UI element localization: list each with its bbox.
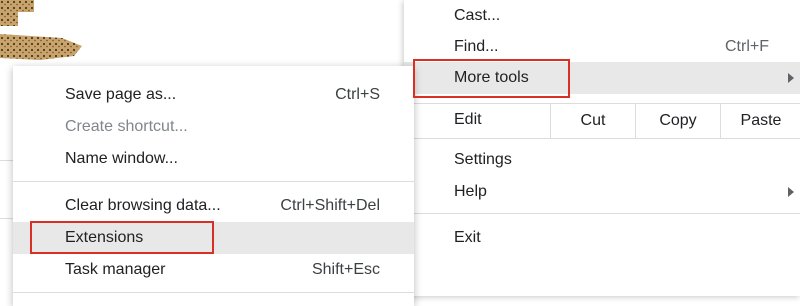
edit-row: Edit Cut Copy Paste: [404, 104, 800, 138]
menu-item-task-manager[interactable]: Task manager Shift+Esc: [13, 254, 414, 286]
menu-item-label: Extensions: [65, 229, 144, 246]
menu-item-name-window[interactable]: Name window...: [13, 143, 414, 175]
submenu-arrow-icon: [788, 73, 794, 83]
menu-item-label: Task manager: [65, 261, 166, 278]
menu-separator: [404, 213, 800, 214]
menu-item-clear-browsing-data[interactable]: Clear browsing data... Ctrl+Shift+Del: [13, 190, 414, 222]
copy-label: Copy: [659, 112, 697, 129]
menu-item-more-tools[interactable]: More tools: [404, 62, 800, 94]
chrome-main-menu: Cast... Find... Ctrl+F More tools Edit C…: [404, 0, 800, 296]
menu-separator: [13, 292, 414, 293]
decorative-letter-art: [0, 0, 82, 60]
menu-item-label: Find...: [454, 38, 499, 55]
paste-label: Paste: [740, 112, 782, 129]
menu-item-find[interactable]: Find... Ctrl+F: [404, 31, 800, 63]
shortcut-label: Ctrl+S: [335, 86, 380, 103]
paste-button[interactable]: Paste: [720, 104, 800, 138]
more-tools-submenu: Save page as... Ctrl+S Create shortcut..…: [13, 66, 414, 306]
menu-item-label: Save page as...: [65, 86, 177, 103]
menu-item-settings[interactable]: Settings: [404, 144, 800, 176]
menu-item-help[interactable]: Help: [404, 176, 800, 208]
edit-label: Edit: [454, 111, 482, 128]
menu-item-label: Clear browsing data...: [65, 197, 221, 214]
menu-item-extensions[interactable]: Extensions: [13, 222, 414, 254]
cut-label: Cut: [580, 112, 606, 129]
shortcut-label: Shift+Esc: [311, 261, 380, 278]
menu-item-label: Name window...: [65, 150, 178, 167]
menu-item-create-shortcut: Create shortcut...: [13, 111, 414, 143]
shortcut-label: Ctrl+F: [725, 38, 769, 55]
menu-item-cast[interactable]: Cast...: [404, 0, 800, 32]
menu-item-label: Cast...: [454, 7, 501, 24]
menu-separator: [404, 138, 800, 139]
menu-item-label: Exit: [454, 229, 481, 246]
submenu-arrow-icon: [788, 187, 794, 197]
background-page-art: [0, 0, 88, 70]
menu-item-save-page[interactable]: Save page as... Ctrl+S: [13, 79, 414, 111]
shortcut-label: Ctrl+Shift+Del: [280, 197, 380, 214]
copy-button[interactable]: Copy: [635, 104, 720, 138]
menu-item-label: Create shortcut...: [65, 118, 188, 135]
menu-item-label: Help: [454, 183, 487, 200]
menu-item-label: More tools: [454, 69, 529, 86]
menu-item-exit[interactable]: Exit: [404, 222, 800, 254]
menu-item-label: Settings: [454, 151, 512, 168]
cut-button[interactable]: Cut: [550, 104, 635, 138]
menu-separator: [13, 181, 414, 182]
